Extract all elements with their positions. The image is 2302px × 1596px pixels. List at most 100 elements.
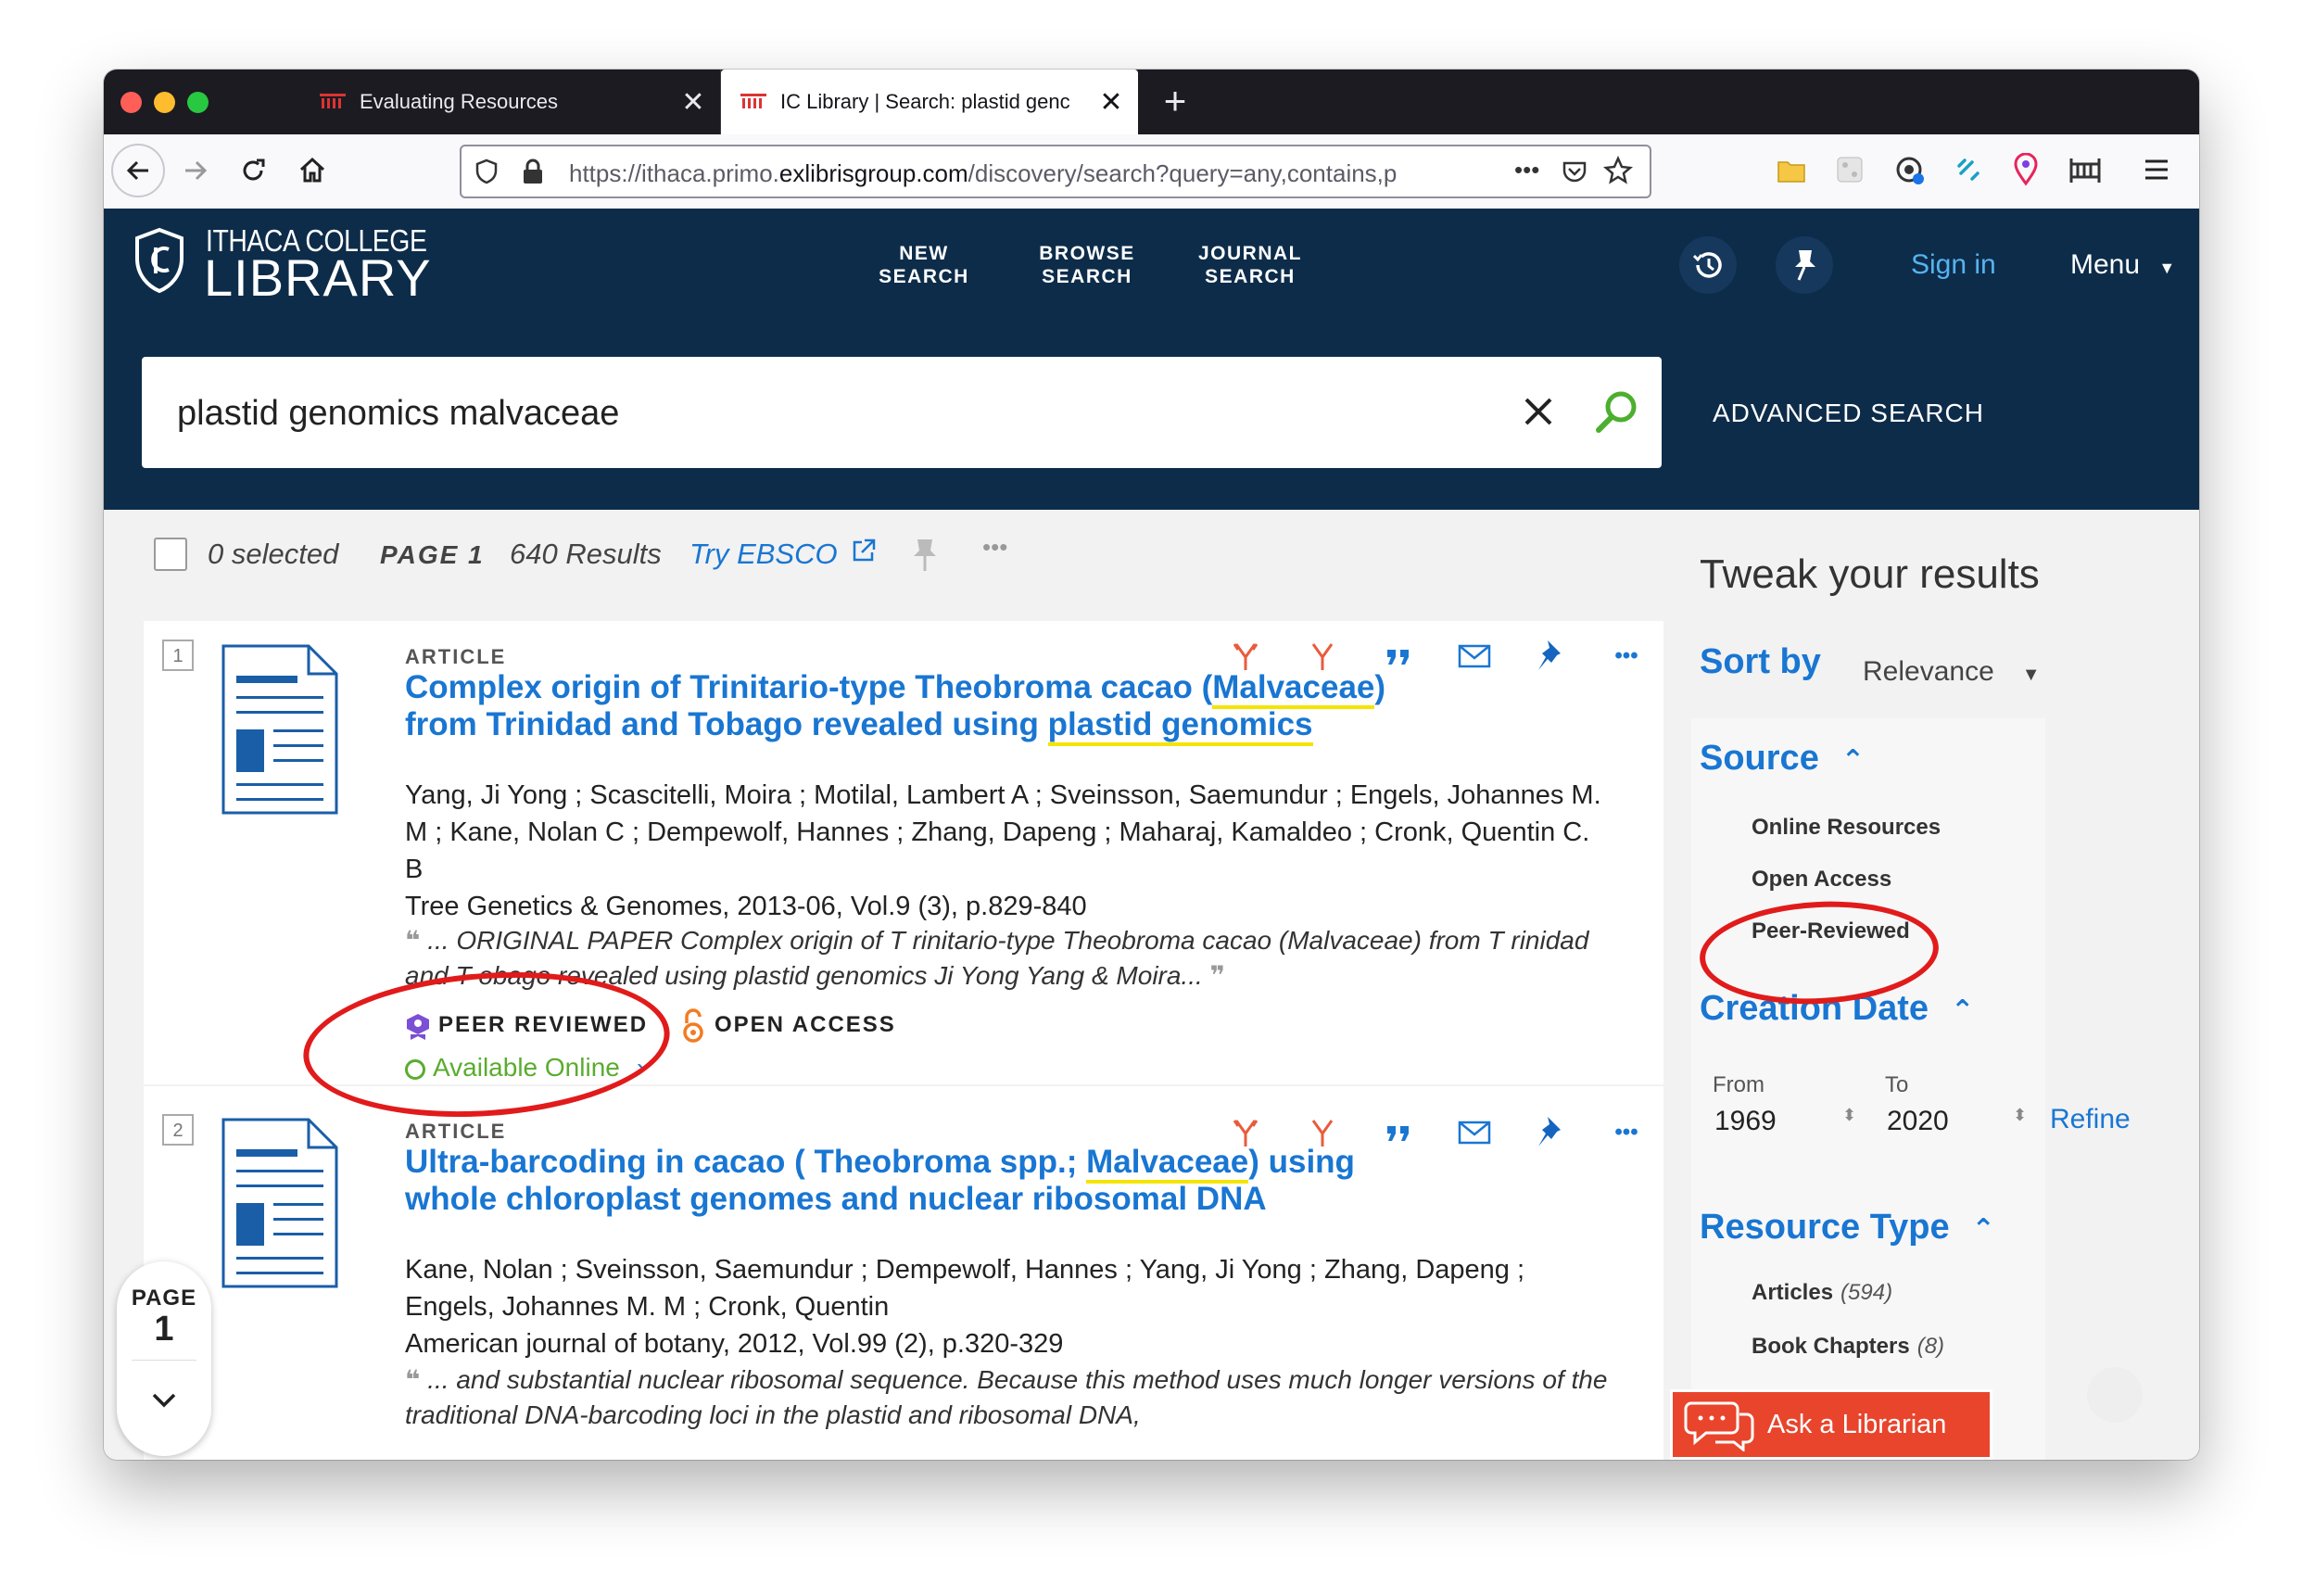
- cited-by-icon[interactable]: [1228, 638, 1265, 675]
- ask-a-librarian-button[interactable]: Ask a Librarian: [1670, 1389, 1992, 1460]
- stepper-icon[interactable]: ⬍: [2013, 1106, 2027, 1125]
- snippet-text: ... and substantial nuclear ribosomal se…: [405, 1365, 1608, 1429]
- result-card-2[interactable]: 2 ARTICLE Ultra-barcoding in cacao ( The…: [144, 1086, 1663, 1460]
- search-area: plastid genomics malvaceae ADVANCED SEAR…: [104, 320, 2199, 510]
- bookmark-star-icon[interactable]: [1603, 156, 1633, 185]
- sidebar-title: Tweak your results: [1700, 551, 2040, 597]
- facet-count: (8): [1916, 1334, 1945, 1359]
- email-icon[interactable]: [1456, 1114, 1493, 1151]
- new-tab-button[interactable]: +: [1147, 73, 1203, 129]
- search-icon[interactable]: [1593, 388, 1641, 437]
- tab-label: IC Library | Search: plastid genc: [780, 90, 1070, 113]
- chevron-up-icon: ⌃: [1840, 745, 1865, 776]
- library-favicon-icon: [320, 94, 346, 108]
- browser-toolbar: https://ithaca.primo.exlibrisgroup.com/d…: [104, 134, 2199, 209]
- search-input[interactable]: plastid genomics malvaceae: [142, 357, 1662, 468]
- clear-search-icon[interactable]: [1521, 394, 1556, 429]
- chat-bubble-icon: [1684, 1401, 1754, 1451]
- facet-online-resources[interactable]: Online Resources: [1752, 815, 1941, 841]
- folder-icon[interactable]: [1777, 157, 1806, 184]
- back-button[interactable]: [111, 144, 165, 197]
- results-count: 640 Results: [510, 538, 662, 570]
- citing-this-icon[interactable]: [1304, 1114, 1341, 1151]
- tab-evaluating-resources[interactable]: Evaluating Resources ✕: [300, 70, 721, 134]
- shield-icon[interactable]: [473, 158, 500, 185]
- result-title-link[interactable]: Ultra-barcoding in cacao ( Theobroma spp…: [405, 1144, 1387, 1218]
- pin-results-icon[interactable]: [910, 537, 940, 574]
- page-indicator[interactable]: PAGE 1: [117, 1261, 211, 1456]
- result-actions: •••: [1228, 638, 1638, 675]
- more-options-icon[interactable]: •••: [1608, 1114, 1645, 1151]
- menu-button[interactable]: Menu ▼: [2070, 249, 2175, 281]
- pin-result-icon[interactable]: [1532, 1114, 1569, 1151]
- minimize-window-button[interactable]: [154, 92, 175, 113]
- select-all-checkbox[interactable]: [154, 538, 187, 571]
- citing-this-icon[interactable]: [1304, 638, 1341, 675]
- menu-label: Menu: [2070, 249, 2141, 280]
- sync-link-icon[interactable]: [1954, 155, 1983, 184]
- logo-line2: LIBRARY: [204, 248, 432, 307]
- location-pin-icon[interactable]: [2011, 153, 2041, 186]
- advanced-search-link[interactable]: ADVANCED SEARCH: [1713, 399, 1984, 428]
- nav-journal-search[interactable]: JOURNAL SEARCH: [1181, 231, 1320, 299]
- result-number[interactable]: 1: [162, 640, 194, 671]
- open-access-icon: [683, 1008, 703, 1043]
- citation-icon[interactable]: [1380, 638, 1417, 675]
- nav-new-search[interactable]: NEW SEARCH: [854, 231, 993, 299]
- tab-ic-library-search[interactable]: IC Library | Search: plastid genc ✕: [721, 70, 1138, 134]
- stepper-icon[interactable]: ⬍: [1842, 1106, 1856, 1125]
- lock-icon[interactable]: [521, 158, 545, 185]
- result-authors: Kane, Nolan ; Sveinsson, Saemundur ; Dem…: [405, 1255, 1525, 1322]
- facet-articles[interactable]: Articles (594): [1752, 1280, 1892, 1306]
- pocket-icon[interactable]: [1561, 158, 1588, 185]
- more-actions-icon[interactable]: •••: [982, 533, 1007, 562]
- facet-open-access[interactable]: Open Access: [1752, 867, 1891, 893]
- extension-grid-icon[interactable]: [1835, 155, 1865, 184]
- try-ebsco-link[interactable]: Try EBSCO: [689, 538, 877, 571]
- url-text: https://ithaca.primo.exlibrisgroup.com/d…: [569, 159, 1398, 187]
- chevron-up-icon: ⌃: [1971, 1214, 1995, 1245]
- sign-in-link[interactable]: Sign in: [1911, 249, 1996, 281]
- page-actions-icon[interactable]: •••: [1514, 156, 1539, 184]
- forward-button[interactable]: [169, 144, 222, 197]
- home-button[interactable]: [285, 144, 339, 197]
- facet-source-header[interactable]: Source ⌃: [1700, 739, 1865, 779]
- email-icon[interactable]: [1456, 638, 1493, 675]
- nav-browse-search[interactable]: BROWSE SEARCH: [1018, 231, 1157, 299]
- close-window-button[interactable]: [120, 92, 142, 113]
- page-indicator-label: PAGE: [131, 1286, 197, 1311]
- try-ebsco-label: Try EBSCO: [689, 538, 838, 570]
- address-bar[interactable]: https://ithaca.primo.exlibrisgroup.com/d…: [460, 145, 1651, 198]
- facet-count: (594): [1840, 1280, 1893, 1305]
- from-year-input[interactable]: 1969 ⬍: [1714, 1106, 1863, 1137]
- external-link-icon: [853, 538, 876, 562]
- result-title-link[interactable]: Complex origin of Trinitario-type Theobr…: [405, 669, 1387, 746]
- facet-book-chapters[interactable]: Book Chapters (8): [1752, 1334, 1944, 1360]
- library-header: ITHACA COLLEGE LIBRARY NEW SEARCH BROWSE…: [104, 209, 2199, 320]
- pin-result-icon[interactable]: [1532, 638, 1569, 675]
- favorites-pin-button[interactable]: [1776, 236, 1833, 294]
- hamburger-menu-icon[interactable]: [2143, 157, 2170, 183]
- pin-icon: [1795, 250, 1815, 281]
- close-tab-icon[interactable]: ✕: [1095, 86, 1127, 119]
- to-year-input[interactable]: 2020 ⬍: [1887, 1106, 2035, 1137]
- reload-button[interactable]: [226, 144, 280, 197]
- ithaca-college-logo-icon[interactable]: [132, 227, 187, 294]
- facet-label: Book Chapters: [1752, 1334, 1910, 1359]
- privacy-badger-icon[interactable]: [1894, 155, 1926, 186]
- facet-resource-type-header[interactable]: Resource Type ⌃: [1700, 1208, 1995, 1248]
- from-year-value: 1969: [1714, 1106, 1777, 1136]
- refine-button[interactable]: Refine: [2050, 1104, 2131, 1135]
- close-tab-icon[interactable]: ✕: [677, 86, 709, 119]
- more-options-icon[interactable]: •••: [1608, 638, 1645, 675]
- citation-icon[interactable]: [1380, 1114, 1417, 1151]
- search-history-button[interactable]: [1679, 236, 1737, 294]
- zoom-window-button[interactable]: [187, 92, 209, 113]
- scroll-top-button[interactable]: [2087, 1367, 2143, 1423]
- cited-by-icon[interactable]: [1228, 1114, 1265, 1151]
- sort-select[interactable]: Relevance ▼: [1863, 656, 2041, 688]
- facet-label: Articles: [1752, 1280, 1834, 1305]
- chevron-down-icon[interactable]: [150, 1391, 178, 1410]
- library-shelf-icon[interactable]: [2068, 155, 2102, 184]
- result-number[interactable]: 2: [162, 1114, 194, 1146]
